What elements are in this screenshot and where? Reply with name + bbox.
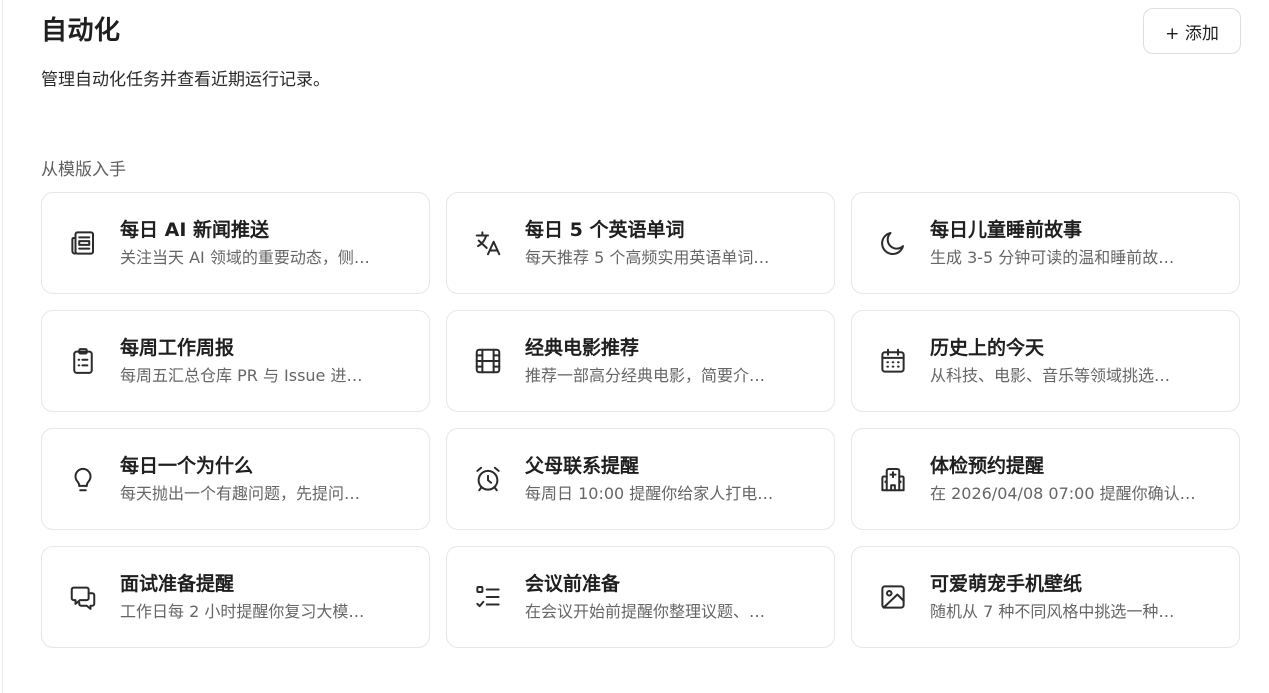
template-card-description: 关注当天 AI 领域的重要动态，侧…	[120, 248, 370, 267]
template-card-description: 从科技、电影、音乐等领域挑选…	[930, 366, 1171, 385]
translate-icon	[471, 226, 505, 260]
template-card-description: 工作日每 2 小时提醒你复习大模…	[120, 602, 365, 621]
template-card-title: 经典电影推荐	[525, 337, 640, 359]
template-card-weekly-report[interactable]: 每周工作周报 每周五汇总仓库 PR 与 Issue 进…	[41, 310, 430, 412]
checklist-icon	[471, 580, 505, 614]
template-card-title: 会议前准备	[525, 573, 621, 595]
template-card-ai-news[interactable]: 每日 AI 新闻推送 关注当天 AI 领域的重要动态，侧…	[41, 192, 430, 294]
image-icon	[876, 580, 910, 614]
template-card-title: 面试准备提醒	[120, 573, 235, 595]
template-card-description: 在会议开始前提醒你整理议题、…	[525, 602, 766, 621]
templates-section-label: 从模版入手	[41, 160, 126, 180]
template-card-english-words[interactable]: 每日 5 个英语单词 每天推荐 5 个高频实用英语单词…	[446, 192, 835, 294]
template-card-daily-why[interactable]: 每日一个为什么 每天抛出一个有趣问题，先提问…	[41, 428, 430, 530]
calendar-icon	[876, 344, 910, 378]
template-card-health-checkup[interactable]: 体检预约提醒 在 2026/04/08 07:00 提醒你确认…	[851, 428, 1240, 530]
add-automation-button[interactable]: + 添加	[1143, 8, 1241, 54]
template-card-description: 每天抛出一个有趣问题，先提问…	[120, 484, 361, 503]
template-card-description: 随机从 7 种不同风格中挑选一种…	[930, 602, 1175, 621]
template-card-title: 体检预约提醒	[930, 455, 1045, 477]
template-card-classic-movie[interactable]: 经典电影推荐 推荐一部高分经典电影，简要介…	[446, 310, 835, 412]
film-icon	[471, 344, 505, 378]
template-card-description: 生成 3-5 分钟可读的温和睡前故…	[930, 248, 1175, 267]
hospital-icon	[876, 462, 910, 496]
template-card-title: 可爱萌宠手机壁纸	[930, 573, 1083, 595]
template-card-grid: 每日 AI 新闻推送 关注当天 AI 领域的重要动态，侧… 每日 5 个英语单词…	[41, 192, 1241, 648]
template-card-description: 推荐一部高分经典电影，简要介…	[525, 366, 766, 385]
lightbulb-icon	[66, 462, 100, 496]
template-card-title: 每日 AI 新闻推送	[120, 219, 270, 241]
template-card-bedtime-story[interactable]: 每日儿童睡前故事 生成 3-5 分钟可读的温和睡前故…	[851, 192, 1240, 294]
page-title: 自动化	[41, 16, 121, 46]
template-card-title: 历史上的今天	[930, 337, 1045, 359]
template-card-title: 每周工作周报	[120, 337, 235, 359]
template-card-this-day-in-history[interactable]: 历史上的今天 从科技、电影、音乐等领域挑选…	[851, 310, 1240, 412]
template-card-title: 每日儿童睡前故事	[930, 219, 1083, 241]
template-card-interview-prep[interactable]: 面试准备提醒 工作日每 2 小时提醒你复习大模…	[41, 546, 430, 648]
newspaper-icon	[66, 226, 100, 260]
template-card-title: 父母联系提醒	[525, 455, 640, 477]
template-card-description: 每天推荐 5 个高频实用英语单词…	[525, 248, 770, 267]
page-subtitle: 管理自动化任务并查看近期运行记录。	[41, 70, 330, 90]
page-header: 自动化 管理自动化任务并查看近期运行记录。 + 添加	[41, 8, 1241, 108]
clipboard-list-icon	[66, 344, 100, 378]
template-card-parents-contact[interactable]: 父母联系提醒 每周日 10:00 提醒你给家人打电…	[446, 428, 835, 530]
chat-bubbles-icon	[66, 580, 100, 614]
template-card-title: 每日一个为什么	[120, 455, 254, 477]
alarm-clock-icon	[471, 462, 505, 496]
template-card-description: 每周日 10:00 提醒你给家人打电…	[525, 484, 774, 503]
template-card-title: 每日 5 个英语单词	[525, 219, 685, 241]
automation-page: 自动化 管理自动化任务并查看近期运行记录。 + 添加 从模版入手 每日 AI 新…	[2, 0, 1269, 693]
moon-icon	[876, 226, 910, 260]
template-card-pet-wallpaper[interactable]: 可爱萌宠手机壁纸 随机从 7 种不同风格中挑选一种…	[851, 546, 1240, 648]
template-card-description: 在 2026/04/08 07:00 提醒你确认…	[930, 484, 1196, 503]
template-card-description: 每周五汇总仓库 PR 与 Issue 进…	[120, 366, 363, 385]
template-card-meeting-prep[interactable]: 会议前准备 在会议开始前提醒你整理议题、…	[446, 546, 835, 648]
